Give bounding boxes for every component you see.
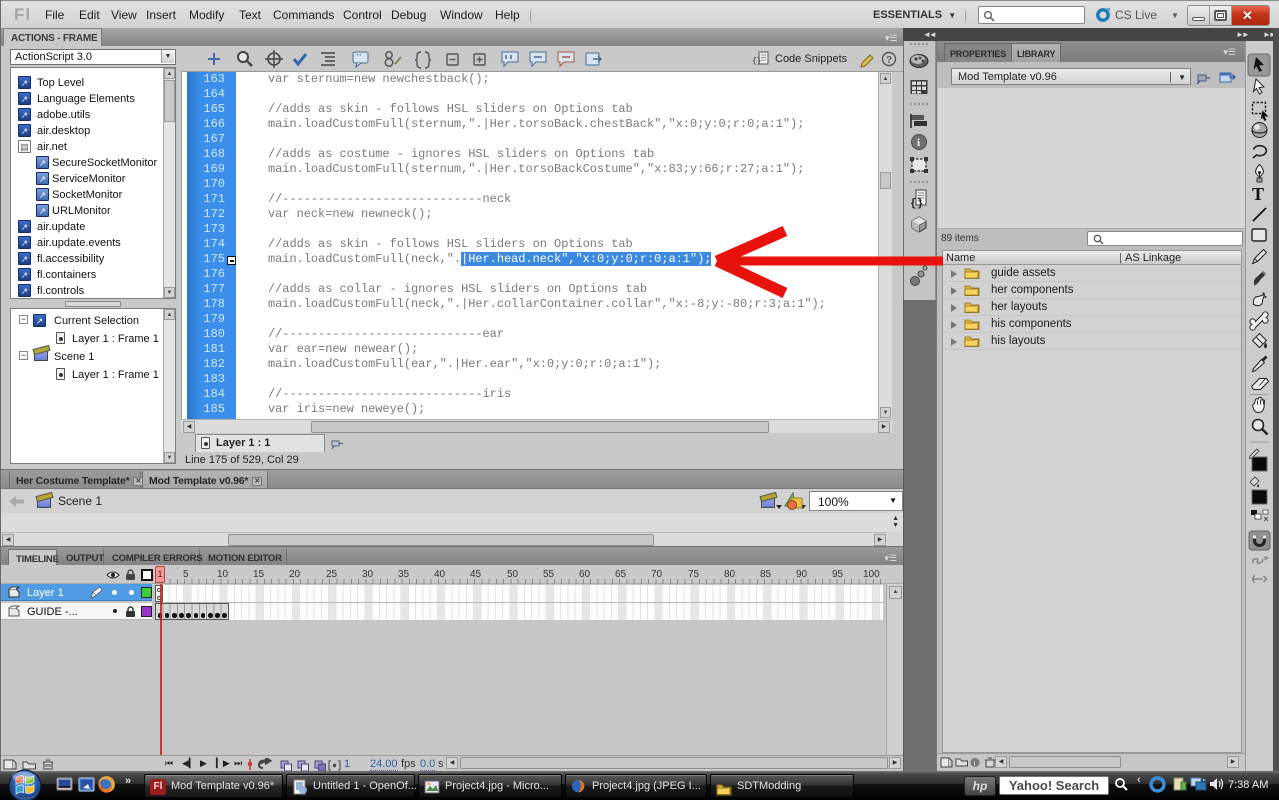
svg-text:i: i [917,137,920,149]
svg-text:?: ? [886,55,892,66]
svg-text:i: i [974,760,976,768]
svg-text:{}: {} [752,57,762,66]
svg-text:T: T [1252,184,1264,204]
svg-text:``: `` [356,53,362,63]
svg-text:{}: {} [910,198,923,210]
